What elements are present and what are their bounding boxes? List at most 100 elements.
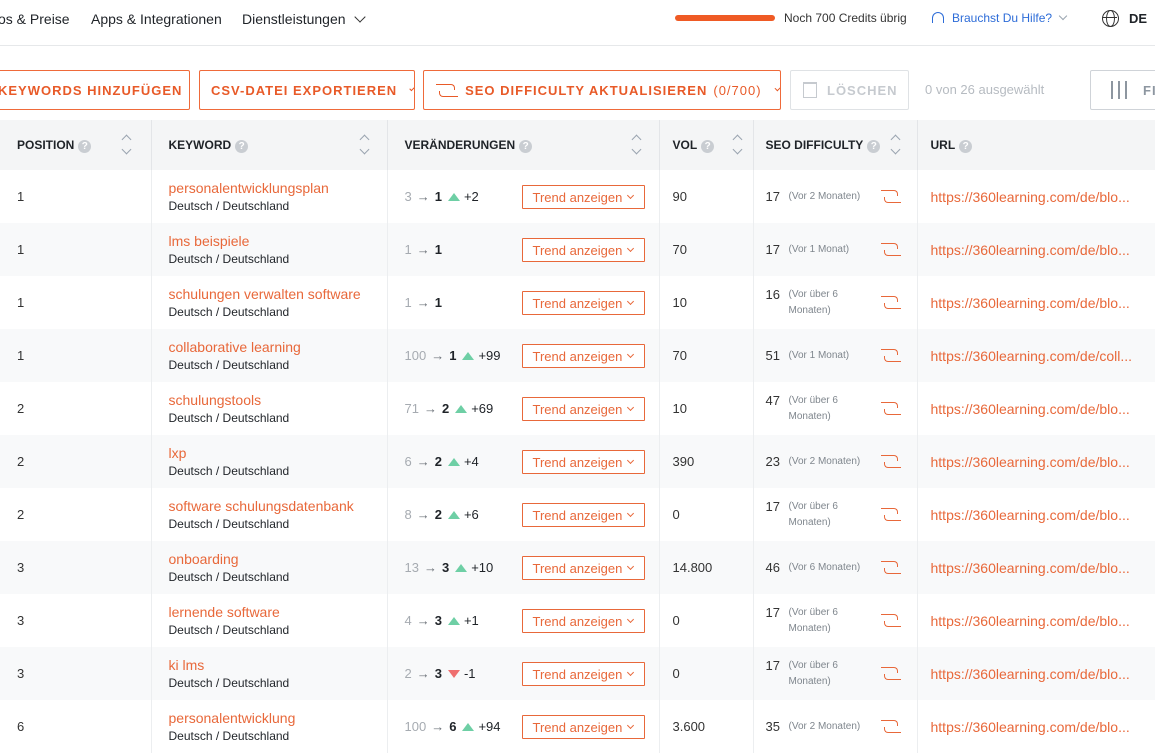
update-seo-difficulty-button[interactable]: SEO DIFFICULTY AKTUALISIEREN (0/700)	[423, 70, 781, 110]
changes-cell: 71 → 2 +69 Trend anzeigen	[387, 382, 660, 435]
keyword-link[interactable]: collaborative learning	[169, 339, 387, 356]
keyword-link[interactable]: onboarding	[169, 551, 387, 568]
globe-icon[interactable]	[1102, 10, 1119, 27]
refresh-icon[interactable]	[880, 612, 903, 630]
refresh-icon[interactable]	[880, 294, 903, 312]
keyword-link[interactable]: schulungen verwalten software	[169, 286, 387, 303]
url-link[interactable]: https://360learning.com/de/blo...	[931, 401, 1130, 417]
column-header-volume[interactable]: VOL?	[659, 120, 754, 170]
chevron-down-icon	[627, 456, 635, 464]
sort-icon[interactable]	[732, 134, 742, 156]
show-trend-button[interactable]: Trend anzeigen	[521, 185, 645, 209]
show-trend-button[interactable]: Trend anzeigen	[521, 450, 645, 474]
table-row[interactable]: 2 software schulungsdatenbank Deutsch / D…	[0, 488, 1155, 541]
sort-icon[interactable]	[359, 134, 369, 156]
volume-value: 0	[672, 507, 680, 522]
nav-link-services[interactable]: Dienstleistungen	[242, 11, 366, 27]
keyword-link[interactable]: ki lms	[169, 657, 387, 674]
credits-remaining: Noch 700 Credits übrig	[784, 11, 907, 25]
keyword-link[interactable]: personalentwicklungsplan	[169, 180, 387, 197]
table-row[interactable]: 6 personalentwicklung Deutsch / Deutschla…	[0, 700, 1155, 753]
help-icon[interactable]: ?	[701, 139, 715, 153]
volume-cell: 390	[659, 435, 754, 488]
url-link[interactable]: https://360learning.com/de/blo...	[931, 295, 1130, 311]
language-selector[interactable]: DE	[1129, 11, 1147, 26]
trend-up-icon	[447, 192, 460, 201]
refresh-icon[interactable]	[880, 400, 903, 418]
help-icon[interactable]: ?	[235, 139, 249, 153]
position-value: 1	[17, 189, 25, 204]
keyword-link[interactable]: schulungstools	[169, 392, 387, 409]
show-trend-button[interactable]: Trend anzeigen	[521, 556, 645, 580]
table-row[interactable]: 3 onboarding Deutsch / Deutschland 13 → 3…	[0, 541, 1155, 594]
column-header-seo-difficulty[interactable]: SEO DIFFICULTY?	[753, 120, 918, 170]
show-trend-button[interactable]: Trend anzeigen	[521, 344, 645, 368]
volume-value: 0	[672, 613, 680, 628]
url-cell: https://360learning.com/de/blo...	[917, 170, 1155, 223]
keyword-link[interactable]: lms beispiele	[169, 233, 387, 250]
table-row[interactable]: 3 ki lms Deutsch / Deutschland 2 → 3 -1 T…	[0, 647, 1155, 700]
column-header-url[interactable]: URL?	[917, 120, 1155, 170]
url-link[interactable]: https://360learning.com/de/blo...	[931, 242, 1130, 258]
sort-icon[interactable]	[631, 134, 641, 156]
table-row[interactable]: 1 personalentwicklungsplan Deutsch / Deut…	[0, 170, 1155, 223]
keyword-locale: Deutsch / Deutschland	[168, 305, 290, 319]
position-cell: 3	[0, 647, 152, 700]
show-trend-button[interactable]: Trend anzeigen	[521, 503, 645, 527]
show-trend-button[interactable]: Trend anzeigen	[521, 291, 645, 315]
help-icon[interactable]: ?	[519, 139, 533, 153]
volume-value: 10	[672, 295, 687, 310]
volume-value: 10	[672, 401, 687, 416]
refresh-icon[interactable]	[880, 718, 903, 736]
refresh-icon[interactable]	[880, 506, 903, 524]
show-trend-button[interactable]: Trend anzeigen	[521, 662, 645, 686]
export-csv-button[interactable]: CSV-DATEI EXPORTIEREN	[199, 70, 415, 110]
table-row[interactable]: 2 lxp Deutsch / Deutschland 6 → 2 +4 Tren…	[0, 435, 1155, 488]
column-header-position[interactable]: POSITION?	[0, 120, 152, 170]
column-header-changes[interactable]: VERÄNDERUNGEN?	[387, 120, 660, 170]
sort-icon[interactable]	[890, 134, 900, 156]
help-icon[interactable]: ?	[78, 139, 92, 153]
table-row[interactable]: 1 lms beispiele Deutsch / Deutschland 1 →…	[0, 223, 1155, 276]
show-trend-button[interactable]: Trend anzeigen	[521, 238, 645, 262]
refresh-icon[interactable]	[880, 347, 903, 365]
refresh-icon[interactable]	[880, 241, 903, 259]
url-link[interactable]: https://360learning.com/de/blo...	[931, 666, 1130, 682]
url-link[interactable]: https://360learning.com/de/coll...	[931, 348, 1133, 364]
show-trend-button[interactable]: Trend anzeigen	[521, 397, 645, 421]
help-link[interactable]: Brauchst Du Hilfe?	[932, 11, 1068, 25]
sort-icon[interactable]	[121, 134, 131, 156]
refresh-icon[interactable]	[880, 559, 903, 577]
keyword-locale: Deutsch / Deutschland	[168, 729, 290, 743]
url-link[interactable]: https://360learning.com/de/blo...	[931, 613, 1130, 629]
update-seo-difficulty-label: SEO DIFFICULTY AKTUALISIEREN	[465, 82, 708, 98]
url-link[interactable]: https://360learning.com/de/blo...	[931, 507, 1130, 523]
refresh-icon[interactable]	[880, 665, 903, 683]
url-link[interactable]: https://360learning.com/de/blo...	[931, 560, 1130, 576]
delete-button[interactable]: LÖSCHEN	[790, 70, 909, 110]
help-icon[interactable]: ?	[959, 139, 973, 153]
url-link[interactable]: https://360learning.com/de/blo...	[931, 454, 1130, 470]
table-row[interactable]: 2 schulungstools Deutsch / Deutschland 71…	[0, 382, 1155, 435]
show-trend-button[interactable]: Trend anzeigen	[521, 715, 645, 739]
add-keywords-button[interactable]: KEYWORDS HINZUFÜGEN	[0, 70, 190, 110]
refresh-icon[interactable]	[880, 453, 903, 471]
table-row[interactable]: 1 collaborative learning Deutsch / Deutsc…	[0, 329, 1155, 382]
table-row[interactable]: 1 schulungen verwalten software Deutsch /…	[0, 276, 1155, 329]
show-trend-button[interactable]: Trend anzeigen	[521, 609, 645, 633]
keyword-link[interactable]: lernende software	[169, 604, 387, 621]
trend-up-icon	[455, 404, 468, 413]
nav-link-prices[interactable]: os & Preise	[0, 11, 70, 27]
help-icon[interactable]: ?	[867, 139, 881, 153]
refresh-icon[interactable]	[880, 188, 903, 206]
url-link[interactable]: https://360learning.com/de/blo...	[931, 719, 1130, 735]
position-cell: 1	[0, 170, 152, 223]
keyword-link[interactable]: lxp	[169, 445, 387, 462]
keyword-link[interactable]: software schulungsdatenbank	[169, 498, 387, 515]
nav-link-apps[interactable]: Apps & Integrationen	[91, 11, 222, 27]
url-link[interactable]: https://360learning.com/de/blo...	[931, 189, 1130, 205]
column-header-keyword[interactable]: KEYWORD?	[151, 120, 388, 170]
table-row[interactable]: 3 lernende software Deutsch / Deutschland…	[0, 594, 1155, 647]
keyword-link[interactable]: personalentwicklung	[169, 710, 387, 727]
filter-button[interactable]: FI	[1090, 70, 1155, 110]
